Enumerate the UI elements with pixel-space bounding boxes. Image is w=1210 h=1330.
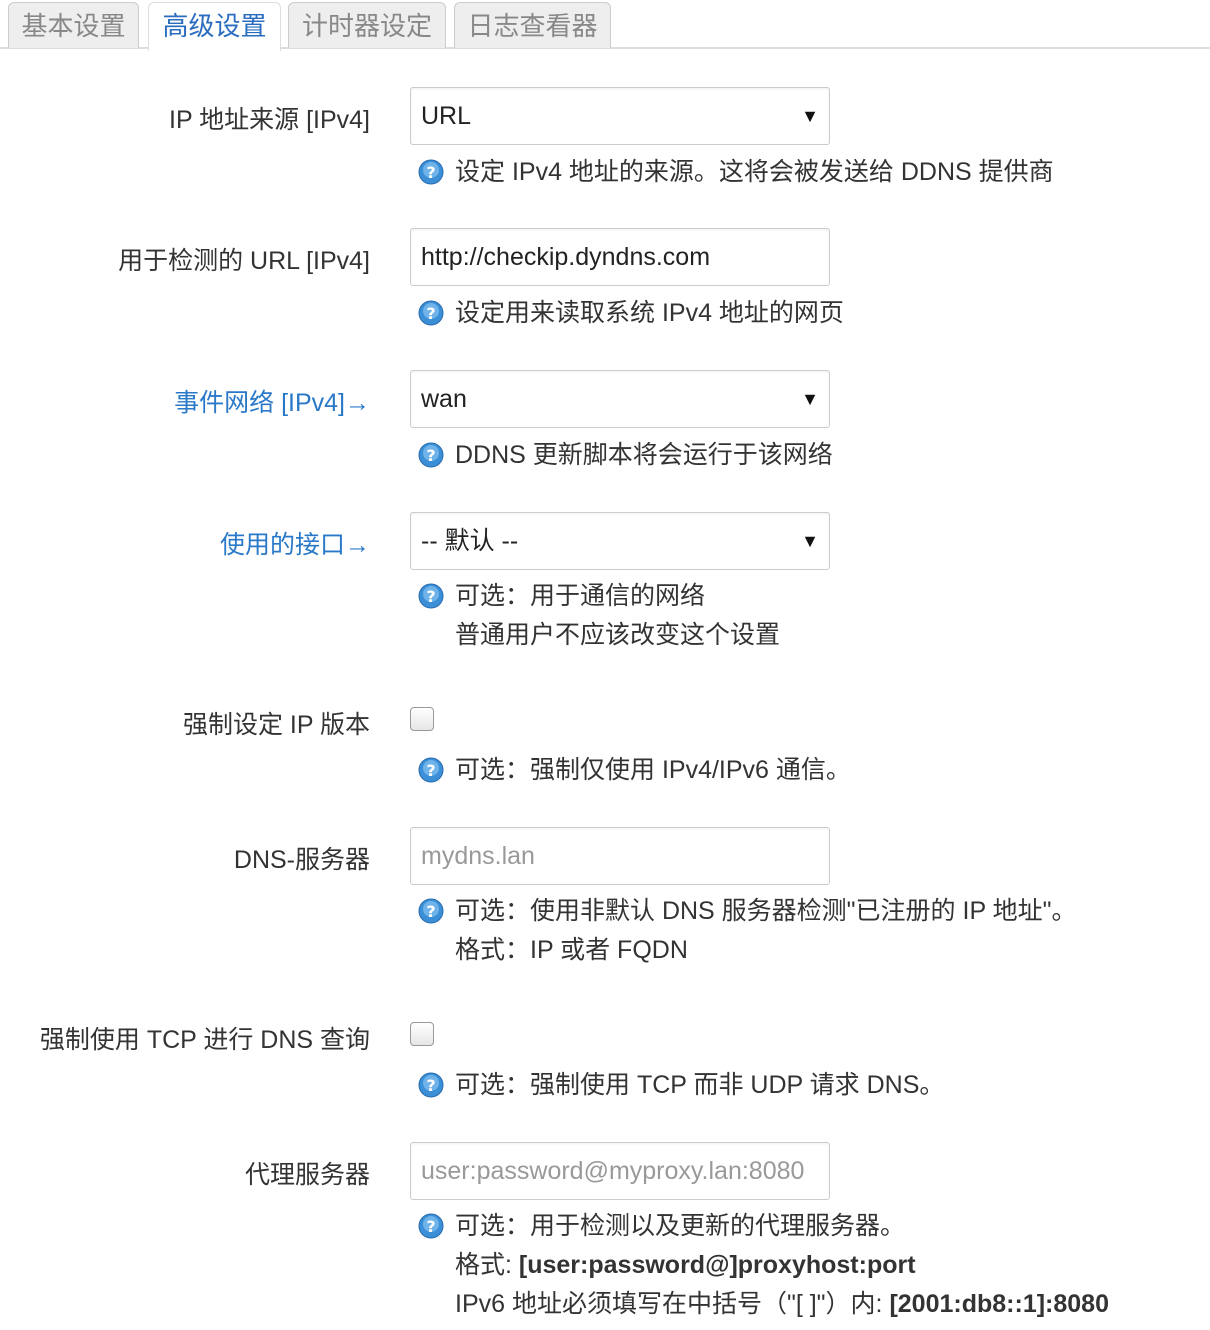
- ip-source-label: IP 地址来源 [IPv4]: [169, 106, 370, 134]
- svg-text:?: ?: [426, 1076, 435, 1095]
- chevron-down-icon: ▼: [801, 389, 819, 409]
- chevron-down-icon: ▼: [801, 106, 819, 126]
- tab-advanced-settings[interactable]: 高级设置: [148, 2, 281, 51]
- ip-source-select[interactable]: URL ▼: [410, 87, 830, 145]
- help-icon: ?: [418, 300, 444, 326]
- help-icon: ?: [418, 1213, 444, 1239]
- interface-value: -- 默认 --: [421, 527, 519, 555]
- help-icon: ?: [418, 159, 444, 185]
- tab-basic-settings[interactable]: 基本设置: [8, 2, 139, 48]
- help-icon: ?: [418, 1072, 444, 1098]
- svg-text:?: ?: [426, 902, 435, 921]
- force-ip-version-checkbox[interactable]: [410, 707, 434, 731]
- event-network-value: wan: [421, 385, 467, 413]
- event-network-select[interactable]: wan ▼: [410, 370, 830, 428]
- tab-timer-settings[interactable]: 计时器设定: [288, 2, 446, 48]
- dns-server-input[interactable]: mydns.lan: [410, 827, 830, 885]
- ip-source-value: URL: [421, 102, 472, 130]
- advanced-settings-page: 基本设置 高级设置 计时器设定 日志查看器 IP 地址来源 [IPv4] URL…: [0, 0, 1210, 1330]
- help-icon: ?: [418, 442, 444, 468]
- svg-text:?: ?: [426, 163, 435, 182]
- tab-bar: 基本设置 高级设置 计时器设定 日志查看器: [0, 0, 1210, 51]
- svg-text:?: ?: [426, 761, 435, 780]
- help-icon: ?: [418, 757, 444, 783]
- proxy-label: 代理服务器: [244, 1161, 370, 1189]
- chevron-down-icon: ▼: [801, 531, 819, 551]
- help-icon: ?: [418, 898, 444, 924]
- tab-log-viewer[interactable]: 日志查看器: [454, 2, 611, 48]
- check-url-input[interactable]: http://checkip.dyndns.com: [410, 228, 830, 286]
- svg-text:?: ?: [426, 587, 435, 606]
- check-url-label: 用于检测的 URL [IPv4]: [118, 247, 370, 275]
- event-network-label-link[interactable]: 事件网络 [IPv4]→: [174, 383, 370, 419]
- force-tcp-checkbox[interactable]: [410, 1022, 434, 1046]
- interface-select[interactable]: -- 默认 -- ▼: [410, 512, 830, 570]
- proxy-input[interactable]: user:password@myproxy.lan:8080: [410, 1142, 830, 1200]
- force-ip-version-label: 强制设定 IP 版本: [182, 711, 370, 739]
- svg-text:?: ?: [426, 1217, 435, 1236]
- svg-text:?: ?: [426, 446, 435, 465]
- force-tcp-label: 强制使用 TCP 进行 DNS 查询: [39, 1026, 370, 1054]
- help-icon: ?: [418, 583, 444, 609]
- interface-label-link[interactable]: 使用的接口→: [220, 525, 370, 561]
- svg-text:?: ?: [426, 304, 435, 323]
- dns-server-label: DNS-服务器: [233, 846, 370, 874]
